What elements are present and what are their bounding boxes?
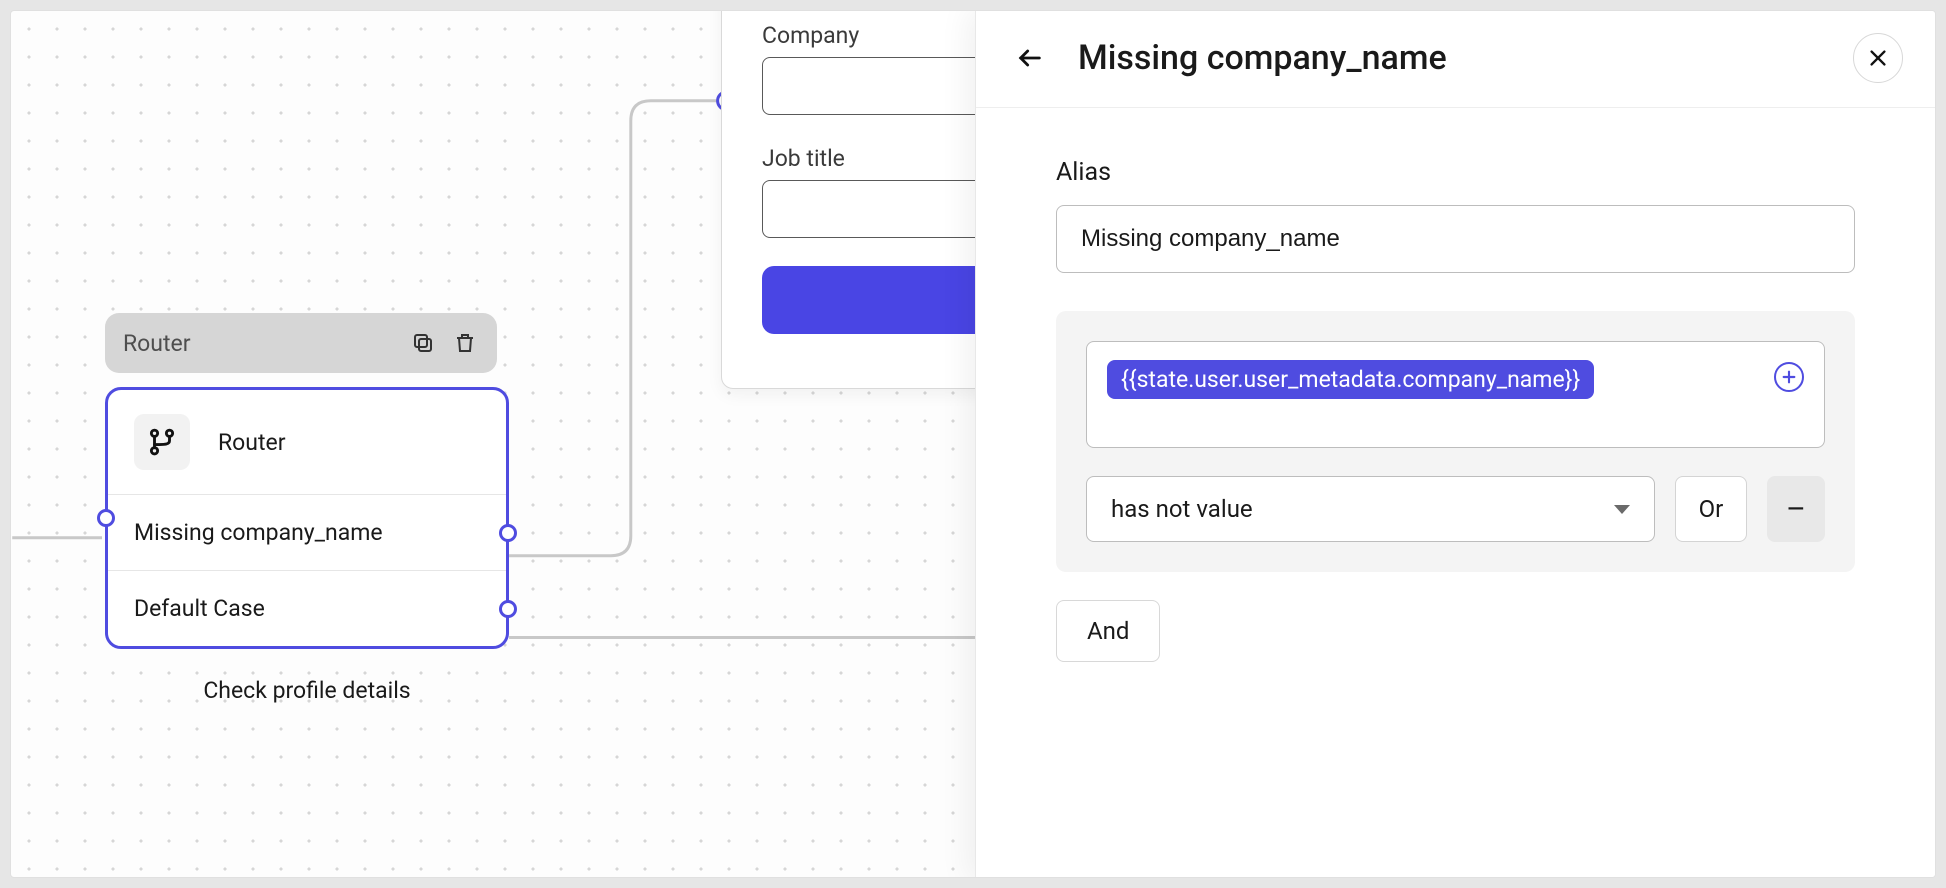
- output-port-case1[interactable]: [499, 524, 517, 542]
- side-panel: Missing company_name Alias {{state.user.…: [975, 10, 1935, 878]
- node-row-default[interactable]: Default Case: [108, 570, 506, 646]
- router-node[interactable]: Router Missing company_name Default Case: [105, 387, 509, 649]
- copy-icon[interactable]: [409, 329, 437, 357]
- operator-select[interactable]: has not value: [1086, 476, 1655, 542]
- expression-chip[interactable]: {{state.user.user_metadata.company_name}…: [1107, 360, 1594, 399]
- trash-icon[interactable]: [451, 329, 479, 357]
- alias-input[interactable]: [1056, 205, 1855, 273]
- alias-label: Alias: [1056, 158, 1855, 187]
- chevron-down-icon: [1614, 505, 1630, 514]
- node-header[interactable]: Router: [105, 313, 497, 373]
- expression-input[interactable]: {{state.user.user_metadata.company_name}…: [1086, 341, 1825, 448]
- close-icon: [1867, 47, 1889, 69]
- or-button[interactable]: Or: [1675, 476, 1747, 542]
- arrow-left-icon: [1016, 44, 1044, 72]
- operator-value: has not value: [1111, 495, 1253, 523]
- node-caption: Check profile details: [105, 677, 509, 704]
- panel-title: Missing company_name: [1078, 38, 1853, 78]
- output-port-default[interactable]: [499, 600, 517, 618]
- plus-icon: [1781, 369, 1797, 385]
- condition-block: {{state.user.user_metadata.company_name}…: [1056, 311, 1855, 572]
- remove-condition-button[interactable]: –: [1767, 476, 1825, 542]
- node-row-case[interactable]: Missing company_name: [108, 494, 506, 570]
- add-expression-button[interactable]: [1774, 362, 1804, 392]
- node-row-label: Default Case: [134, 595, 265, 622]
- node-row-label: Missing company_name: [134, 519, 383, 546]
- and-button[interactable]: And: [1056, 600, 1160, 662]
- close-button[interactable]: [1853, 33, 1903, 83]
- branch-icon: [134, 414, 190, 470]
- node-header-title: Router: [123, 330, 190, 357]
- back-button[interactable]: [1010, 38, 1050, 78]
- node-row-label: Router: [218, 429, 285, 456]
- node-row-router[interactable]: Router: [108, 390, 506, 494]
